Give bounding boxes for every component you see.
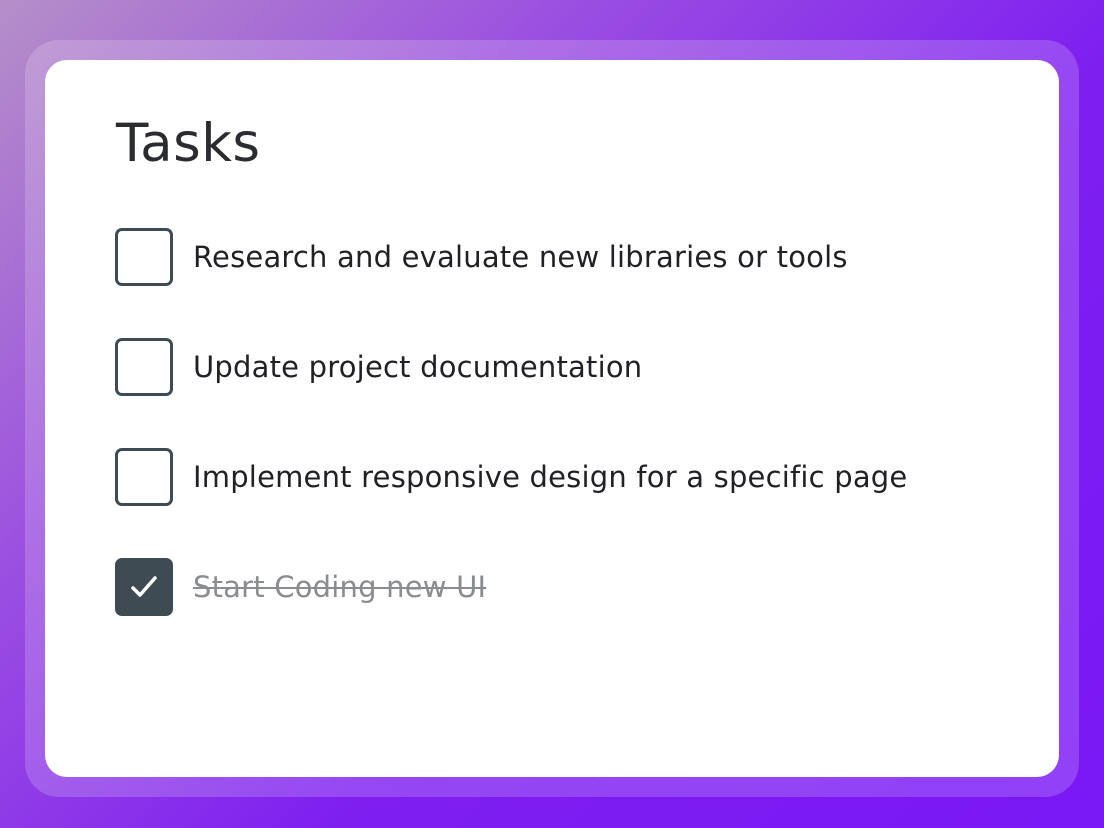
task-card: Tasks Research and evaluate new librarie… <box>45 60 1059 777</box>
task-item[interactable]: Implement responsive design for a specif… <box>115 448 907 506</box>
task-checkbox[interactable] <box>115 228 173 286</box>
task-item[interactable]: Update project documentation <box>115 338 907 396</box>
task-checkbox[interactable] <box>115 558 173 616</box>
task-label: Research and evaluate new libraries or t… <box>193 240 848 274</box>
task-checkbox[interactable] <box>115 338 173 396</box>
task-list: Research and evaluate new libraries or t… <box>115 228 907 668</box>
task-label: Update project documentation <box>193 350 643 384</box>
check-icon <box>131 576 157 597</box>
task-label: Start Coding new UI <box>193 570 487 604</box>
page-title: Tasks <box>116 113 261 174</box>
task-item[interactable]: Research and evaluate new libraries or t… <box>115 228 907 286</box>
task-item[interactable]: Start Coding new UI <box>115 558 907 616</box>
task-checkbox[interactable] <box>115 448 173 506</box>
task-label: Implement responsive design for a specif… <box>193 460 908 494</box>
